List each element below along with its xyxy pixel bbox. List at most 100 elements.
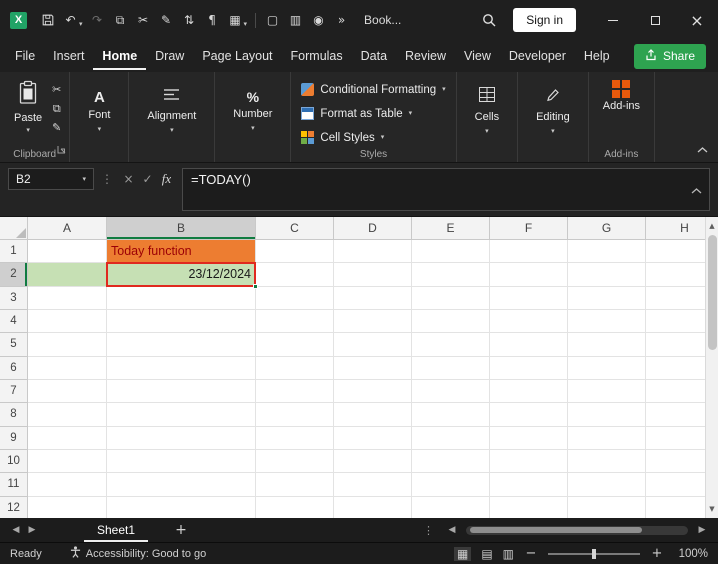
cell-E5[interactable] (412, 333, 490, 357)
sign-in-button[interactable]: Sign in (513, 8, 576, 32)
view-page-break-icon[interactable]: ▥ (503, 548, 514, 560)
tab-insert[interactable]: Insert (44, 42, 93, 70)
row-header-7[interactable]: 7 (0, 379, 28, 404)
cell-B7[interactable] (107, 379, 256, 404)
cell-F11[interactable] (490, 473, 568, 497)
cell-B11[interactable] (107, 473, 256, 497)
cell-B10[interactable] (107, 449, 256, 474)
name-box-dropdown-icon[interactable]: ▾ (82, 175, 86, 183)
camera-icon[interactable]: ◉ (308, 8, 329, 32)
cell-G5[interactable] (568, 333, 646, 357)
cell-styles-button[interactable]: Cell Styles ▾ (301, 127, 445, 148)
cell-D2[interactable] (334, 263, 412, 287)
cancel-icon[interactable]: × (120, 172, 137, 186)
select-all-corner[interactable] (0, 217, 28, 240)
format-as-table-button[interactable]: Format as Table ▾ (301, 103, 445, 124)
row-header-6[interactable]: 6 (0, 356, 28, 380)
cell-D8[interactable] (334, 403, 412, 427)
hscroll-left-icon[interactable]: ◀ (444, 525, 460, 535)
cell-D6[interactable] (334, 356, 412, 380)
sort-icon[interactable]: ⇅ (179, 8, 200, 32)
cell-D10[interactable] (334, 449, 412, 474)
row-header-11[interactable]: 11 (0, 473, 28, 497)
tab-formulas[interactable]: Formulas (282, 42, 352, 70)
cell-C11[interactable] (256, 473, 334, 497)
insert-function-icon[interactable]: fx (158, 171, 175, 187)
row-header-9[interactable]: 9 (0, 426, 28, 450)
font-menu-button[interactable]: A Font ▾ (76, 76, 122, 146)
tab-help[interactable]: Help (575, 42, 619, 70)
paste-button[interactable]: Paste ▾ (6, 76, 50, 138)
cell-C9[interactable] (256, 426, 334, 450)
minimize-button[interactable] (592, 0, 634, 40)
cell-B8[interactable] (107, 403, 256, 427)
row-header-4[interactable]: 4 (0, 309, 28, 334)
redo-icon[interactable]: ↷ (87, 8, 108, 32)
maximize-button[interactable] (634, 0, 676, 40)
cell-A3[interactable] (28, 286, 107, 310)
cell-A5[interactable] (28, 333, 107, 357)
copy-icon[interactable]: ⧉ (110, 8, 131, 32)
cell-A12[interactable] (28, 496, 107, 518)
addins-button[interactable]: Add-ins (595, 76, 648, 116)
row-header-2[interactable]: 2 (0, 263, 28, 287)
conditional-formatting-button[interactable]: Conditional Formatting ▾ (301, 79, 446, 100)
cell-E4[interactable] (412, 309, 490, 334)
zoom-out-button[interactable]: − (524, 547, 538, 560)
cell-E11[interactable] (412, 473, 490, 497)
cell-E10[interactable] (412, 449, 490, 474)
tab-view[interactable]: View (455, 42, 500, 70)
cell-C10[interactable] (256, 449, 334, 474)
sheet-nav-left-icon[interactable]: ◀ (8, 525, 24, 535)
borders-icon[interactable]: ▦ (225, 8, 246, 32)
cell-A10[interactable] (28, 449, 107, 474)
row-header-5[interactable]: 5 (0, 333, 28, 357)
cell-A6[interactable] (28, 356, 107, 380)
cell-G1[interactable] (568, 240, 646, 264)
cell-A11[interactable] (28, 473, 107, 497)
cell-D9[interactable] (334, 426, 412, 450)
zoom-slider-thumb[interactable] (592, 548, 596, 559)
cell-F5[interactable] (490, 333, 568, 357)
cell-F1[interactable] (490, 240, 568, 264)
cell-F6[interactable] (490, 356, 568, 380)
cell-E9[interactable] (412, 426, 490, 450)
cell-E2[interactable] (412, 263, 490, 287)
cell-A9[interactable] (28, 426, 107, 450)
cell-E8[interactable] (412, 403, 490, 427)
scroll-down-icon[interactable]: ▼ (709, 505, 714, 513)
row-header-10[interactable]: 10 (0, 449, 28, 474)
cell-F10[interactable] (490, 449, 568, 474)
cell-E7[interactable] (412, 379, 490, 404)
cell-C6[interactable] (256, 356, 334, 380)
cell-D11[interactable] (334, 473, 412, 497)
cell-F9[interactable] (490, 426, 568, 450)
zoom-slider[interactable] (548, 548, 640, 559)
column-header-D[interactable]: D (334, 217, 412, 240)
cut-icon[interactable]: ✂ (133, 8, 154, 32)
share-button[interactable]: Share (633, 43, 706, 69)
cell-C1[interactable] (256, 240, 334, 264)
tab-developer[interactable]: Developer (500, 42, 575, 70)
format-painter-button[interactable]: ✎ (52, 122, 61, 133)
column-header-F[interactable]: F (490, 217, 568, 240)
cell-F8[interactable] (490, 403, 568, 427)
cell-B6[interactable] (107, 356, 256, 380)
cell-E1[interactable] (412, 240, 490, 264)
alignment-menu-button[interactable]: Alignment ▾ (135, 76, 208, 146)
hscroll-right-icon[interactable]: ▶ (694, 525, 710, 535)
horizontal-scrollbar[interactable] (466, 525, 688, 535)
column-header-C[interactable]: C (256, 217, 334, 240)
cell-C4[interactable] (256, 309, 334, 334)
tab-page-layout[interactable]: Page Layout (193, 42, 281, 70)
cell-G7[interactable] (568, 379, 646, 404)
cell-G3[interactable] (568, 286, 646, 310)
cell-A8[interactable] (28, 403, 107, 427)
cell-D4[interactable] (334, 309, 412, 334)
cell-E12[interactable] (412, 496, 490, 518)
more-commands-icon[interactable]: » (331, 8, 352, 32)
row-header-12[interactable]: 12 (0, 496, 28, 518)
cell-F7[interactable] (490, 379, 568, 404)
column-header-B[interactable]: B (107, 217, 256, 240)
cell-B9[interactable] (107, 426, 256, 450)
